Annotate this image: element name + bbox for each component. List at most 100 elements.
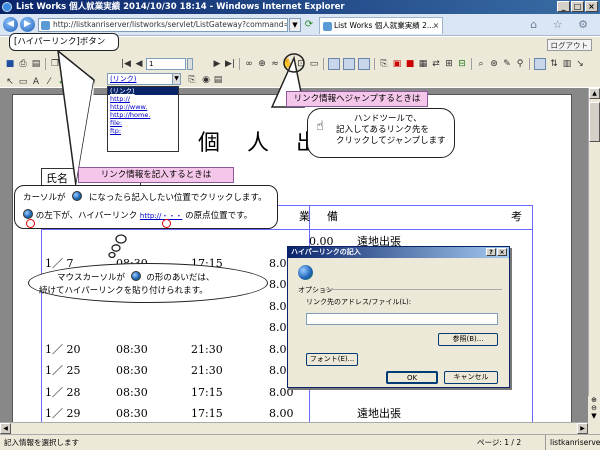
compare-icon[interactable]: ⇄ <box>430 58 442 70</box>
page-dropdown-icon[interactable] <box>187 58 193 70</box>
scroll-left-icon[interactable]: ◀ <box>0 423 11 434</box>
font-button[interactable]: フォント(E)... <box>306 353 358 366</box>
origin-marker <box>26 219 35 228</box>
link-edit-icon[interactable]: ⎘ <box>186 74 198 86</box>
scroll-right-icon[interactable]: ▶ <box>577 423 588 434</box>
tab-label: List Works 個人就業実績 2... <box>334 21 435 30</box>
zoom-control[interactable]: ⊕ ⊖ ▼ <box>588 396 600 434</box>
scroll-thumb[interactable] <box>589 102 600 142</box>
stamp-tool-icon[interactable]: ⊥ <box>69 76 81 88</box>
split-icon[interactable]: ⊞ <box>443 58 455 70</box>
mouse-line-2: 続けてハイパーリンクを貼り付けられます。 <box>39 286 208 296</box>
dialog-close-button[interactable]: × <box>497 248 507 256</box>
pen-icon[interactable]: ⁄ <box>43 76 55 88</box>
back-arrow-icon[interactable]: ◀ <box>3 17 18 32</box>
hyperlink-dialog: ハイパーリンクの記入 ? × オプション リンク先のアドレス/ファイル(L): … <box>287 246 510 388</box>
cell-date: 1／ 29 <box>45 407 81 420</box>
layout-grid-icon[interactable] <box>358 58 370 70</box>
hyperlink-button[interactable] <box>82 76 96 88</box>
search-doc-icon[interactable]: ⌕ <box>475 58 487 70</box>
first-page-icon[interactable]: |◀ <box>120 58 132 70</box>
link-option[interactable]: (リンク) <box>108 87 178 95</box>
chart-icon[interactable]: ▥ <box>561 58 573 70</box>
link-option[interactable]: http://home. <box>108 111 178 119</box>
address-bar[interactable]: http://listkanriserver/listworks/servlet… <box>38 18 288 32</box>
merge-icon[interactable]: ⊟ <box>456 58 468 70</box>
forward-arrow-icon[interactable]: ▶ <box>20 17 35 32</box>
find-icon[interactable]: ⌕ <box>62 58 74 70</box>
zoom-out-small-icon[interactable]: ⊖ <box>588 404 600 412</box>
refresh-icon[interactable]: ⟳ <box>303 18 315 32</box>
marquee-zoom-icon[interactable]: ⊡ <box>295 58 307 70</box>
browse-button[interactable]: 参照(B)... <box>438 333 498 346</box>
link-address-input[interactable] <box>306 313 498 325</box>
horizontal-scrollbar[interactable]: ◀ ▶ <box>0 422 588 434</box>
layout-view-icon[interactable] <box>328 58 340 70</box>
page-number-input[interactable]: 1 <box>146 58 186 70</box>
jump-heading: リンク情報へジャンプするときは <box>286 91 428 107</box>
zoom-in-icon[interactable]: ⊕ <box>256 58 268 70</box>
column-view-icon[interactable] <box>534 58 546 70</box>
tab-close-icon[interactable]: × <box>433 18 439 34</box>
link-option[interactable]: http:// <box>108 95 178 103</box>
link-delete-icon[interactable]: ◉ <box>200 74 212 86</box>
link-chain-icon[interactable]: ∞ <box>243 58 255 70</box>
link-list-icon[interactable]: ▤ <box>212 74 224 86</box>
link-option[interactable]: ftp: <box>108 127 178 135</box>
layout-split-icon[interactable] <box>343 58 355 70</box>
zoom-out-icon[interactable]: ≈ <box>269 58 281 70</box>
filter-icon[interactable]: ⚲ <box>514 58 526 70</box>
link-combo-dropdown-icon[interactable]: ▼ <box>172 73 181 85</box>
browser-tab[interactable]: List Works 個人就業実績 2... × <box>319 17 443 34</box>
save-icon[interactable]: ■ <box>4 58 16 70</box>
origin-marker <box>162 219 171 228</box>
maximize-button[interactable]: □ <box>571 1 584 12</box>
globe-cursor-icon <box>23 209 33 219</box>
vertical-scrollbar[interactable]: ▲ <box>588 88 600 422</box>
text-tool-icon[interactable]: A <box>30 76 42 88</box>
cursor-text: になったら記入したい位置でクリックします。 <box>88 193 267 203</box>
select-rect-icon[interactable]: ▭ <box>308 58 320 70</box>
logout-button[interactable]: ログアウト <box>546 39 592 51</box>
globe-cursor-icon <box>72 191 83 201</box>
mouse-text: の形のあいだは、 <box>146 273 215 283</box>
status-server: listkanriserver <box>545 435 600 450</box>
mouse-line-1: マウスカーソルが の形のあいだは、 <box>57 271 267 285</box>
last-page-icon[interactable]: ▶| <box>224 58 236 70</box>
toolbar-separator <box>45 58 46 70</box>
print-icon[interactable]: ⎙ <box>17 58 29 70</box>
link-option[interactable]: http://www. <box>108 103 178 111</box>
settings-icon[interactable]: ↘ <box>574 58 586 70</box>
zoom-in-small-icon[interactable]: ⊕ <box>588 396 600 404</box>
next-page-icon[interactable]: ▶ <box>211 58 223 70</box>
overlay-icon[interactable]: ▦ <box>417 58 429 70</box>
annotation-icon[interactable]: ✎ <box>501 58 513 70</box>
stamp-icon[interactable]: ⊛ <box>488 58 500 70</box>
dialog-help-button[interactable]: ? <box>486 248 496 256</box>
pointer-icon[interactable]: ↖ <box>4 76 16 88</box>
preview-icon[interactable]: ▤ <box>30 58 42 70</box>
hyperlink-button-caption: [ハイパーリンク]ボタン <box>14 37 106 47</box>
export-icon[interactable]: ⎘ <box>378 58 390 70</box>
window-title-bar: List Works 個人就業実績 2014/10/30 18:14 - Win… <box>0 0 600 14</box>
browser-toolbar-icons[interactable]: ⌂ ☆ ⚙ <box>530 18 594 31</box>
check-icon[interactable]: ✓ <box>56 76 68 88</box>
close-button[interactable]: × <box>585 1 598 12</box>
minimize-button[interactable]: _ <box>557 1 570 12</box>
hand-tool-icon[interactable]: ✋ <box>282 58 294 70</box>
pdf-icon[interactable]: ▣ <box>391 58 403 70</box>
scroll-down-icon[interactable]: ▼ <box>588 412 600 420</box>
marker-icon[interactable]: ▭ <box>17 76 29 88</box>
copy-icon[interactable]: ❐ <box>49 58 61 70</box>
link-combo-box[interactable]: (リンク) <box>107 73 173 85</box>
ok-button[interactable]: OK <box>386 371 438 384</box>
link-option[interactable]: file: <box>108 119 178 127</box>
sort-icon[interactable]: ⇅ <box>548 58 560 70</box>
hand-icon: ☝ <box>316 119 324 134</box>
cancel-button[interactable]: キャンセル <box>444 371 498 384</box>
mouse-cursor-callout: マウスカーソルが の形のあいだは、 続けてハイパーリンクを貼り付けられます。 <box>28 263 268 303</box>
address-dropdown-icon[interactable]: ▼ <box>289 18 301 32</box>
scroll-up-icon[interactable]: ▲ <box>589 88 600 99</box>
prev-page-icon[interactable]: ◀ <box>133 58 145 70</box>
mark-icon[interactable]: ■ <box>404 58 416 70</box>
